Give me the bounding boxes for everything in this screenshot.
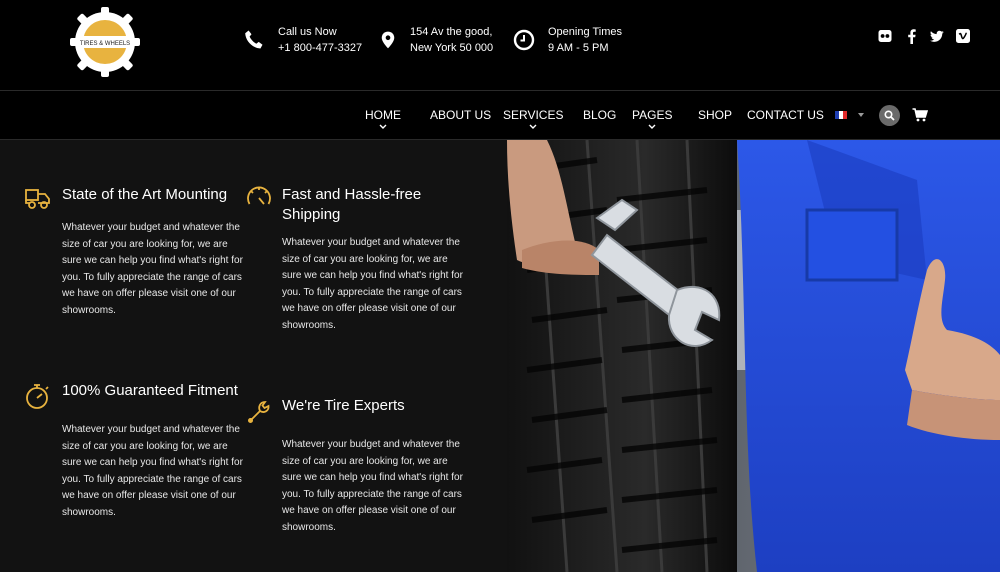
wrench-icon [248, 401, 270, 423]
map-pin-icon [381, 31, 395, 49]
feature-title: 100% Guaranteed Fitment [62, 382, 238, 399]
feature-body: Whatever your budget and whatever the si… [282, 237, 463, 331]
main-nav [0, 90, 1000, 140]
mechanic-photo [507, 140, 1000, 572]
logo-text: TIRES & WHEELS [80, 41, 130, 47]
top-header: TIRES & WHEELS Call us Now +1 800-477-33… [0, 0, 1000, 90]
nav-pages[interactable]: PAGES [632, 108, 672, 130]
feature-body: Whatever your budget and whatever the si… [62, 424, 243, 518]
chevron-down-icon [648, 124, 656, 129]
nav-services-label: SERVICES [503, 108, 564, 122]
contact-hours: Opening Times 9 AM - 5 PM [512, 24, 622, 56]
stopwatch-icon [26, 384, 49, 409]
feature-title: State of the Art Mounting [62, 186, 228, 203]
feature-title: We're Tire Experts [282, 397, 405, 414]
call-number[interactable]: +1 800-477-3327 [278, 40, 362, 56]
contact-address: 154 Av the good, New York 50 000 [378, 24, 493, 56]
nav-blog-label: BLOG [583, 108, 617, 122]
clock-icon [513, 29, 535, 51]
nav-home[interactable]: HOME [365, 108, 401, 130]
nav-shop[interactable]: SHOP [698, 108, 732, 122]
call-label: Call us Now [278, 26, 337, 38]
address-line1: 154 Av the good, [410, 26, 493, 38]
facebook-icon[interactable] [904, 28, 918, 44]
hours-label: Opening Times [548, 26, 622, 38]
speedometer-icon [247, 186, 271, 205]
nav-about-label: ABOUT US [430, 108, 492, 122]
chevron-down-icon [379, 124, 387, 129]
nav-home-label: HOME [365, 108, 401, 122]
features-section: State of the Art Mounting Whatever your … [0, 140, 507, 572]
social-links [878, 28, 970, 44]
search-icon [884, 110, 895, 121]
vimeo-icon[interactable] [956, 29, 970, 43]
search-button[interactable] [879, 105, 900, 126]
twitter-icon[interactable] [930, 29, 944, 43]
hours-value: 9 AM - 5 PM [548, 42, 609, 54]
nav-contact-label: CONTACT US [747, 108, 824, 122]
feature-body: Whatever your budget and whatever the si… [62, 222, 243, 316]
nav-blog[interactable]: BLOG [583, 108, 616, 122]
phone-icon [245, 30, 263, 49]
nav-about-us[interactable]: ABOUT US [430, 108, 491, 122]
tow-truck-icon [25, 189, 50, 209]
feature-body: Whatever your budget and whatever the si… [282, 439, 463, 533]
hero-image [507, 140, 1000, 572]
nav-services[interactable]: SERVICES [503, 108, 563, 130]
chevron-down-icon [529, 124, 537, 129]
address-line2: New York 50 000 [410, 42, 494, 54]
nav-contact-us[interactable]: CONTACT US [747, 108, 824, 122]
contact-call[interactable]: Call us Now +1 800-477-3327 [242, 24, 362, 56]
nav-pages-label: PAGES [632, 108, 673, 122]
nav-shop-label: SHOP [698, 108, 733, 122]
language-flag-fr[interactable] [835, 111, 847, 119]
language-caret-icon[interactable] [858, 113, 864, 117]
cart-icon[interactable] [912, 108, 928, 122]
flickr-icon[interactable] [878, 29, 892, 43]
logo[interactable]: TIRES & WHEELS [70, 7, 140, 77]
feature-title: Fast and Hassle-free Shipping [282, 186, 422, 223]
